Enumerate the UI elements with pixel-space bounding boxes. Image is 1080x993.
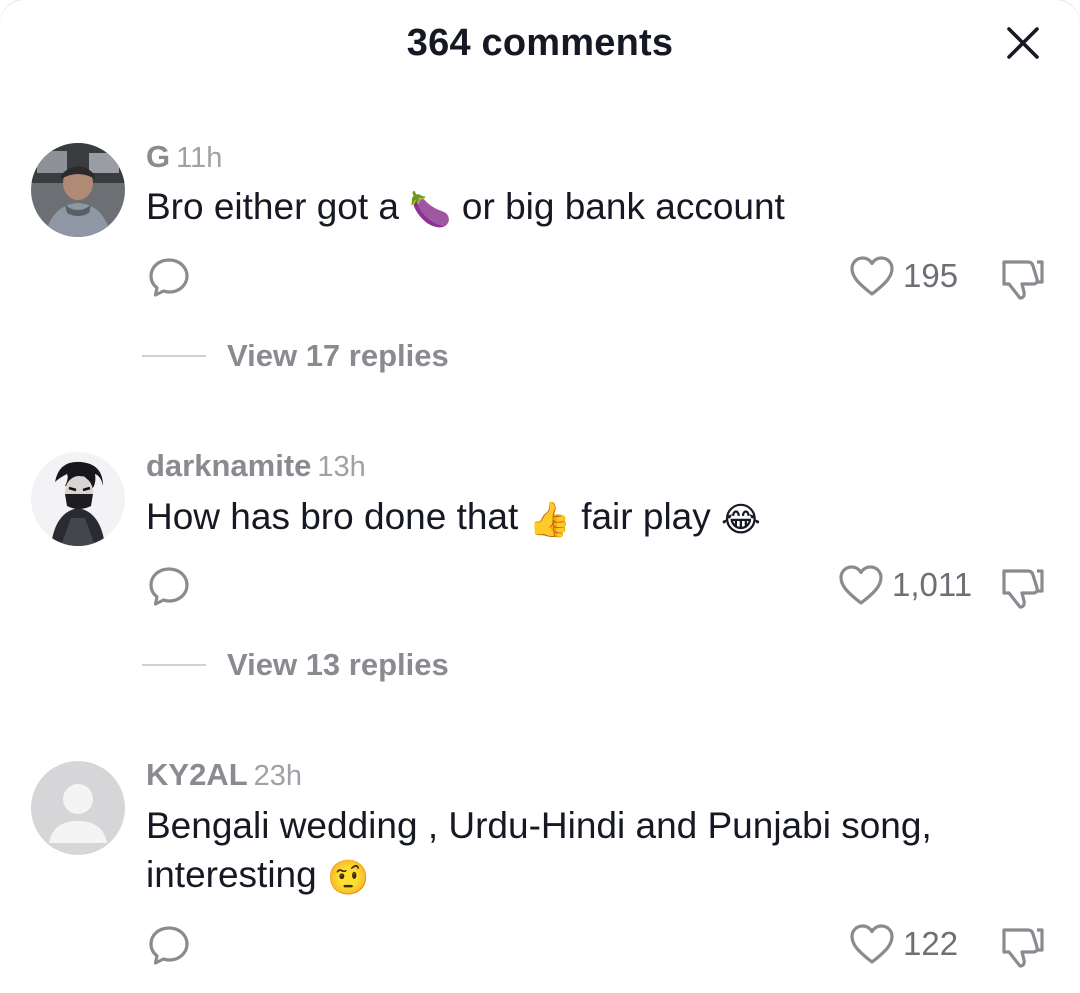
comments-title: 364 comments [406, 22, 674, 64]
view-replies-button[interactable]: View 17 replies [142, 338, 449, 374]
reply-bubble-icon[interactable] [146, 563, 192, 609]
avatar[interactable] [31, 761, 125, 855]
thumbs-down-icon[interactable] [998, 563, 1046, 611]
comment-text-part: fair play [570, 496, 722, 537]
raised-eyebrow-emoji: 🤨 [327, 858, 370, 898]
avatar-photo [31, 452, 125, 546]
comments-sheet: 364 comments G 11h Bro either got a 🍆 or… [0, 0, 1080, 993]
close-button[interactable] [996, 16, 1050, 70]
like-button[interactable]: 122 [849, 923, 958, 965]
comment-text-line: interesting 🤨 [146, 850, 1046, 903]
like-count: 1,011 [892, 566, 973, 603]
comment-text-part: interesting [146, 854, 327, 895]
thumbs-up-emoji: 👍 [528, 500, 571, 540]
like-button[interactable]: 1,011 [838, 564, 972, 606]
like-button[interactable]: 195 [849, 255, 958, 297]
comment-meta: KY2AL 23h [146, 757, 302, 793]
avatar-photo [31, 143, 125, 237]
reply-bubble-icon[interactable] [146, 922, 192, 968]
replies-divider [142, 664, 206, 666]
comment-time: 13h [317, 451, 366, 483]
like-count: 195 [903, 257, 959, 294]
comment-meta: darknamite 13h [146, 448, 366, 484]
thumbs-down-icon[interactable] [998, 922, 1046, 970]
default-avatar-icon [31, 761, 125, 855]
eggplant-emoji: 🍆 [409, 190, 452, 230]
like-count: 122 [903, 925, 959, 962]
comments-header: 364 comments [0, 0, 1080, 92]
comment-username[interactable]: KY2AL [146, 757, 248, 792]
reply-bubble-icon[interactable] [146, 254, 192, 300]
comment-time: 23h [253, 760, 303, 792]
comment-time: 11h [176, 142, 223, 174]
comment-text-part: Bro either got a [146, 186, 410, 227]
close-icon [1007, 27, 1039, 59]
heart-outline-icon [839, 565, 883, 605]
view-replies-button[interactable]: View 13 replies [142, 647, 449, 683]
comment-text: Bro either got a 🍆 or big bank account [146, 182, 1046, 235]
avatar[interactable] [31, 143, 125, 237]
replies-divider [142, 355, 206, 357]
view-replies-label: View 13 replies [227, 647, 449, 682]
comment-meta: G 11h [146, 139, 222, 175]
comment-text-line: Bengali wedding , Urdu-Hindi and Punjabi… [146, 805, 932, 846]
tears-of-joy-emoji: 😂 [721, 500, 761, 540]
comment-text: How has bro done that 👍 fair play 😂 [146, 492, 1046, 545]
view-replies-label: View 17 replies [227, 338, 449, 373]
avatar[interactable] [31, 452, 125, 546]
comment-username[interactable]: G [146, 139, 170, 174]
comment-text-part: How has bro done that [146, 496, 529, 537]
comment-text-part: or big bank account [451, 186, 785, 227]
heart-outline-icon [850, 924, 894, 964]
thumbs-down-icon[interactable] [998, 254, 1046, 302]
heart-outline-icon [850, 256, 894, 296]
comment-text: Bengali wedding , Urdu-Hindi and Punjabi… [146, 801, 1046, 903]
comment-username[interactable]: darknamite [146, 448, 311, 483]
